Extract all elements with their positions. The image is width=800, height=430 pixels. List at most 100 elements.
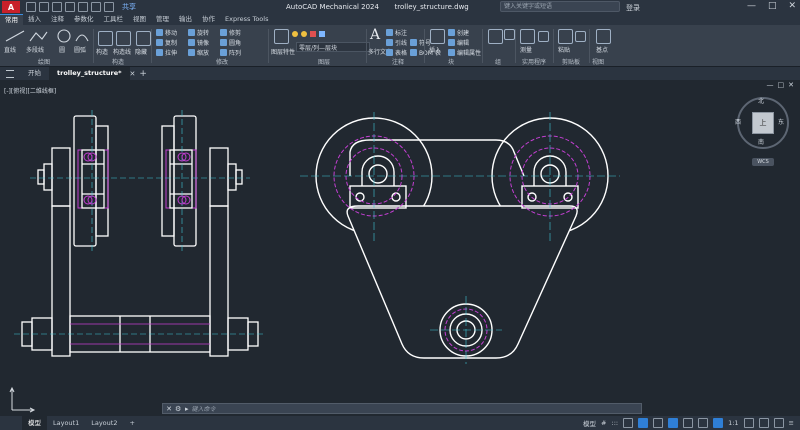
create-block-button[interactable]: 创建 (448, 28, 469, 37)
save-icon[interactable] (52, 2, 62, 12)
edit-attributes-button[interactable]: 编辑属性 (448, 48, 481, 57)
layer-properties-icon[interactable] (274, 29, 289, 44)
utility-icon[interactable] (538, 31, 549, 42)
print-icon[interactable] (78, 2, 88, 12)
insert-block-label[interactable]: 插入 (429, 45, 441, 54)
polyline-icon[interactable] (28, 29, 48, 43)
line-icon[interactable] (4, 29, 26, 43)
tab-annotate[interactable]: 注释 (46, 14, 69, 25)
edit-block-button[interactable]: 编辑 (448, 38, 469, 47)
tab-manage[interactable]: 管理 (151, 14, 174, 25)
construct-panel-title[interactable]: 构造 (112, 57, 124, 66)
maximize-button[interactable]: □ (768, 1, 777, 11)
construction-line-label[interactable]: 构造线 (113, 47, 131, 56)
viewcube-south[interactable]: 南 (758, 137, 764, 146)
undo-icon[interactable] (91, 2, 101, 12)
viewcube-top-face[interactable]: 上 (752, 112, 774, 134)
tab-start[interactable]: 开始 (20, 67, 49, 80)
isolate-icon[interactable] (758, 418, 769, 428)
layer-freeze-icon[interactable] (301, 31, 307, 37)
groups-panel-title[interactable]: 组 (495, 57, 501, 66)
transparency-icon[interactable] (698, 418, 709, 428)
array-button[interactable]: 阵列 (220, 48, 241, 57)
trim-button[interactable]: 修剪 (220, 28, 241, 37)
ungroup-icon[interactable] (504, 29, 515, 40)
clipboard-panel-title[interactable]: 剪贴板 (562, 57, 580, 66)
save-as-icon[interactable] (65, 2, 75, 12)
new-file-icon[interactable] (26, 2, 36, 12)
mirror-button[interactable]: 镜像 (188, 38, 209, 47)
move-button[interactable]: 移动 (156, 28, 177, 37)
viewcube-west[interactable]: 西 (735, 117, 741, 126)
modify-panel-title[interactable]: 修改 (216, 57, 228, 66)
circle-icon[interactable] (56, 28, 72, 44)
layer-color-icon[interactable] (310, 31, 316, 37)
tab-layout2[interactable]: Layout2 (85, 416, 123, 430)
autocad-logo[interactable]: A (2, 1, 20, 13)
construct-icon[interactable] (98, 31, 113, 46)
circle-button-label[interactable]: 圆 (59, 45, 65, 54)
rotate-button[interactable]: 旋转 (188, 28, 209, 37)
dimension-button[interactable]: 标注 (386, 28, 407, 37)
layers-panel-title[interactable]: 图层 (318, 57, 330, 66)
drawing-canvas[interactable] (0, 80, 800, 415)
current-layer-dropdown[interactable]: 零层/列—层块 (296, 42, 370, 52)
scale-readout[interactable]: 1:1 (728, 419, 738, 427)
osnap-icon[interactable] (668, 418, 679, 428)
isodraft-icon[interactable] (653, 418, 664, 428)
close-button[interactable]: ✕ (788, 1, 796, 11)
tab-home[interactable]: 常用 (0, 14, 23, 25)
add-layout-button[interactable]: + (123, 416, 140, 430)
view-panel-title[interactable]: 视图 (592, 57, 604, 66)
lineweight-icon[interactable] (683, 418, 694, 428)
menu-icon[interactable] (6, 69, 14, 78)
table-button[interactable]: 表格 (386, 48, 407, 57)
snap-button[interactable]: ::: (612, 419, 619, 427)
stretch-button[interactable]: 拉伸 (156, 48, 177, 57)
tab-parametric[interactable]: 参数化 (69, 14, 99, 25)
utilities-panel-title[interactable]: 实用程序 (522, 57, 546, 66)
command-input[interactable]: 键入命令 (192, 404, 216, 413)
fullscreen-icon[interactable] (773, 418, 784, 428)
copy-button[interactable]: 复制 (156, 38, 177, 47)
group-icon[interactable] (488, 29, 503, 44)
share-button[interactable]: 共享 (122, 2, 136, 12)
insert-block-icon[interactable] (430, 29, 445, 44)
hide-label[interactable]: 隐藏 (135, 47, 147, 56)
tab-output[interactable]: 输出 (174, 14, 197, 25)
tab-express-tools[interactable]: Express Tools (220, 14, 273, 25)
fillet-button[interactable]: 圆角 (220, 38, 241, 47)
tab-view[interactable]: 视图 (128, 14, 151, 25)
layer-properties-label[interactable]: 图层特性 (271, 47, 295, 56)
measure-label[interactable]: 测量 (520, 45, 532, 54)
polyline-button-label[interactable]: 多段线 (26, 45, 44, 54)
tab-layout1[interactable]: Layout1 (47, 416, 85, 430)
viewcube-east[interactable]: 东 (778, 117, 784, 126)
hide-icon[interactable] (136, 31, 151, 46)
leader-button[interactable]: 引线 (386, 38, 407, 47)
customize-menu-icon[interactable]: ≡ (789, 419, 794, 427)
search-input[interactable]: 键入关键字或短语 (500, 1, 620, 12)
viewcube-north[interactable]: 北 (758, 96, 764, 105)
measure-icon[interactable] (520, 29, 535, 44)
model-space-button[interactable]: 模型 (583, 418, 596, 428)
copy-clip-icon[interactable] (575, 31, 586, 42)
minimize-button[interactable]: — (747, 1, 756, 11)
wcs-menu[interactable]: WCS (752, 158, 774, 166)
text-icon[interactable]: A (370, 27, 380, 43)
command-line[interactable]: ✕ ⚙ ▸ 键入命令 (162, 403, 642, 414)
close-command-icon[interactable]: ✕ (163, 405, 175, 413)
command-settings-icon[interactable]: ⚙ (175, 405, 185, 413)
tab-trolley-structure[interactable]: trolley_structure* (49, 67, 130, 80)
line-button-label[interactable]: 直线 (4, 45, 16, 54)
construct-label[interactable]: 构造 (96, 47, 108, 56)
block-panel-title[interactable]: 块 (448, 57, 454, 66)
arc-icon[interactable] (74, 29, 90, 43)
symbol-button[interactable]: 符号 (410, 38, 431, 47)
tab-insert[interactable]: 插入 (23, 14, 46, 25)
annotation-panel-title[interactable]: 注释 (392, 57, 404, 66)
arc-button-label[interactable]: 圆弧 (74, 45, 86, 54)
scale-button[interactable]: 缩放 (188, 48, 209, 57)
annotation-scale-icon[interactable] (713, 418, 724, 428)
base-view-icon[interactable] (596, 29, 611, 44)
